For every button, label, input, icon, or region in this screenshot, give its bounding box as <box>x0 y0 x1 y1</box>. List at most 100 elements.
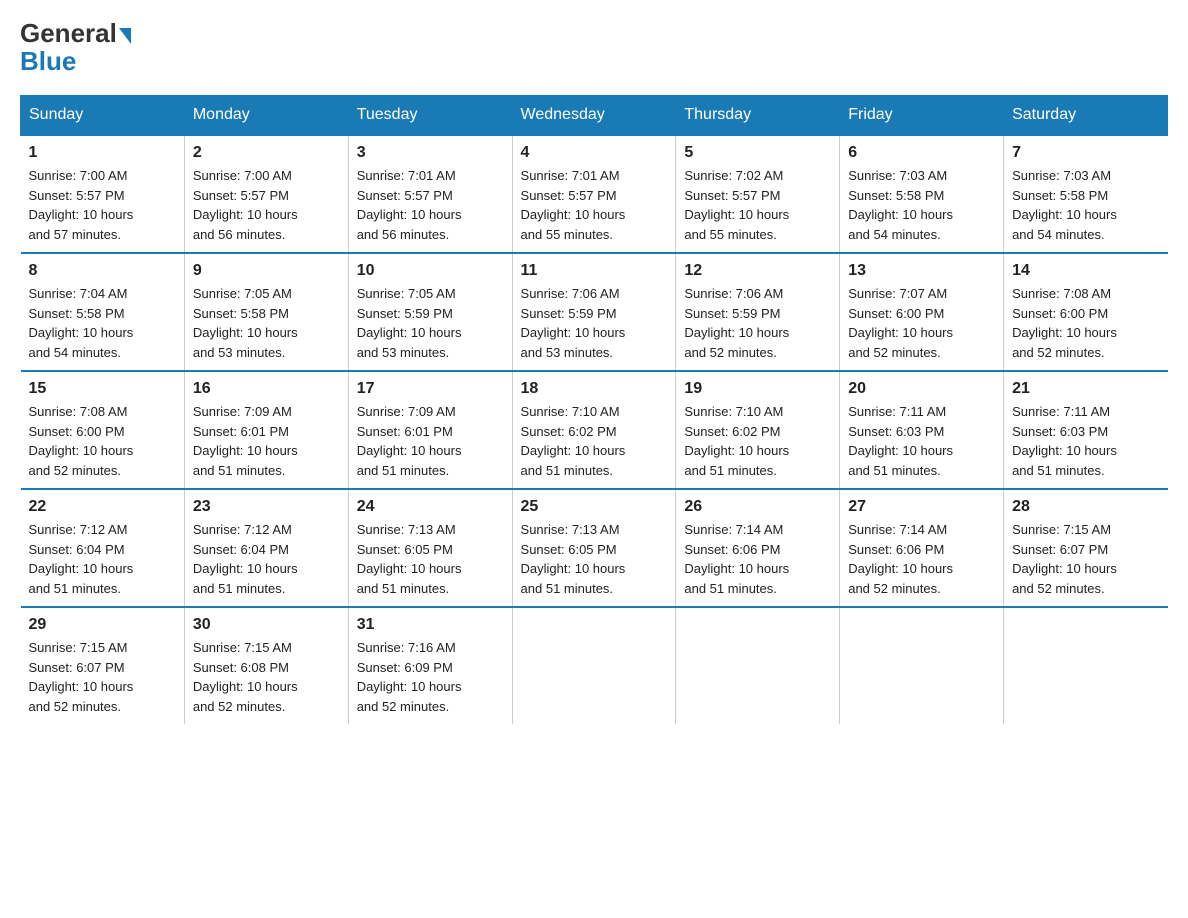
day-number: 23 <box>193 498 340 516</box>
calendar-week-row: 29 Sunrise: 7:15 AMSunset: 6:07 PMDayligh… <box>21 607 1168 724</box>
day-info: Sunrise: 7:11 AMSunset: 6:03 PMDaylight:… <box>848 404 953 478</box>
day-number: 18 <box>521 380 668 398</box>
day-number: 16 <box>193 380 340 398</box>
day-info: Sunrise: 7:08 AMSunset: 6:00 PMDaylight:… <box>29 404 134 478</box>
day-number: 8 <box>29 262 176 280</box>
day-info: Sunrise: 7:00 AMSunset: 5:57 PMDaylight:… <box>193 168 298 242</box>
day-info: Sunrise: 7:09 AMSunset: 6:01 PMDaylight:… <box>357 404 462 478</box>
day-number: 13 <box>848 262 995 280</box>
calendar-cell: 1Sunrise: 7:00 AMSunset: 5:57 PMDaylight… <box>21 135 185 253</box>
day-number: 20 <box>848 380 995 398</box>
day-info: Sunrise: 7:15 AMSunset: 6:07 PMDaylight:… <box>29 640 134 714</box>
day-number: 29 <box>29 616 176 634</box>
day-number: 9 <box>193 262 340 280</box>
day-number: 31 <box>357 616 504 634</box>
calendar-cell: 12 Sunrise: 7:06 AMSunset: 5:59 PMDayligh… <box>676 253 840 371</box>
day-number: 30 <box>193 616 340 634</box>
calendar-cell: 28 Sunrise: 7:15 AMSunset: 6:07 PMDayligh… <box>1004 489 1168 607</box>
calendar-cell: 9Sunrise: 7:05 AMSunset: 5:58 PMDaylight… <box>184 253 348 371</box>
day-info: Sunrise: 7:15 AMSunset: 6:07 PMDaylight:… <box>1012 522 1117 596</box>
day-info: Sunrise: 7:03 AMSunset: 5:58 PMDaylight:… <box>1012 168 1117 242</box>
calendar-cell <box>1004 607 1168 724</box>
calendar-cell: 23Sunrise: 7:12 AMSunset: 6:04 PMDayligh… <box>184 489 348 607</box>
calendar-cell <box>840 607 1004 724</box>
calendar-cell: 29 Sunrise: 7:15 AMSunset: 6:07 PMDayligh… <box>21 607 185 724</box>
calendar-cell: 19Sunrise: 7:10 AMSunset: 6:02 PMDayligh… <box>676 371 840 489</box>
header-monday: Monday <box>184 96 348 136</box>
day-number: 14 <box>1012 262 1159 280</box>
calendar-cell: 18 Sunrise: 7:10 AMSunset: 6:02 PMDayligh… <box>512 371 676 489</box>
day-number: 3 <box>357 144 504 162</box>
day-number: 19 <box>684 380 831 398</box>
day-number: 6 <box>848 144 995 162</box>
header-sunday: Sunday <box>21 96 185 136</box>
calendar-cell: 4 Sunrise: 7:01 AMSunset: 5:57 PMDaylight… <box>512 135 676 253</box>
calendar-cell: 14 Sunrise: 7:08 AMSunset: 6:00 PMDayligh… <box>1004 253 1168 371</box>
header-thursday: Thursday <box>676 96 840 136</box>
calendar-cell: 25 Sunrise: 7:13 AMSunset: 6:05 PMDayligh… <box>512 489 676 607</box>
day-info: Sunrise: 7:14 AMSunset: 6:06 PMDaylight:… <box>848 522 953 596</box>
calendar-cell: 2 Sunrise: 7:00 AMSunset: 5:57 PMDaylight… <box>184 135 348 253</box>
day-info: Sunrise: 7:01 AMSunset: 5:57 PMDaylight:… <box>357 168 462 242</box>
header-friday: Friday <box>840 96 1004 136</box>
header-wednesday: Wednesday <box>512 96 676 136</box>
calendar-cell: 8 Sunrise: 7:04 AMSunset: 5:58 PMDaylight… <box>21 253 185 371</box>
day-info: Sunrise: 7:05 AMSunset: 5:59 PMDaylight:… <box>357 286 462 360</box>
day-info: Sunrise: 7:11 AMSunset: 6:03 PMDaylight:… <box>1012 404 1117 478</box>
day-info: Sunrise: 7:10 AMSunset: 6:02 PMDaylight:… <box>521 404 626 478</box>
calendar-cell: 3 Sunrise: 7:01 AMSunset: 5:57 PMDaylight… <box>348 135 512 253</box>
calendar-cell <box>676 607 840 724</box>
day-number: 24 <box>357 498 504 516</box>
logo: General Blue <box>20 20 131 77</box>
day-number: 17 <box>357 380 504 398</box>
calendar-cell: 15 Sunrise: 7:08 AMSunset: 6:00 PMDayligh… <box>21 371 185 489</box>
calendar-header-row: SundayMondayTuesdayWednesdayThursdayFrid… <box>21 96 1168 136</box>
calendar-cell: 20 Sunrise: 7:11 AMSunset: 6:03 PMDayligh… <box>840 371 1004 489</box>
day-number: 28 <box>1012 498 1159 516</box>
day-info: Sunrise: 7:09 AMSunset: 6:01 PMDaylight:… <box>193 404 298 478</box>
day-info: Sunrise: 7:13 AMSunset: 6:05 PMDaylight:… <box>521 522 626 596</box>
calendar-week-row: 1 Sunrise: 7:00 AMSunset: 5:57 PMDaylight… <box>21 135 1168 253</box>
day-info: Sunrise: 7:06 AMSunset: 5:59 PMDaylight:… <box>684 286 789 360</box>
day-number: 7 <box>1012 144 1159 162</box>
day-number: 4 <box>521 144 668 162</box>
calendar-cell: 21Sunrise: 7:11 AMSunset: 6:03 PMDayligh… <box>1004 371 1168 489</box>
day-number: 2 <box>193 144 340 162</box>
calendar-week-row: 15 Sunrise: 7:08 AMSunset: 6:00 PMDayligh… <box>21 371 1168 489</box>
calendar-week-row: 8 Sunrise: 7:04 AMSunset: 5:58 PMDaylight… <box>21 253 1168 371</box>
logo-general-text: General <box>20 20 117 46</box>
day-info: Sunrise: 7:15 AMSunset: 6:08 PMDaylight:… <box>193 640 298 714</box>
day-number: 10 <box>357 262 504 280</box>
day-info: Sunrise: 7:06 AMSunset: 5:59 PMDaylight:… <box>521 286 626 360</box>
day-info: Sunrise: 7:02 AMSunset: 5:57 PMDaylight:… <box>684 168 789 242</box>
day-number: 25 <box>521 498 668 516</box>
calendar-cell: 16 Sunrise: 7:09 AMSunset: 6:01 PMDayligh… <box>184 371 348 489</box>
calendar-cell: 26 Sunrise: 7:14 AMSunset: 6:06 PMDayligh… <box>676 489 840 607</box>
day-info: Sunrise: 7:03 AMSunset: 5:58 PMDaylight:… <box>848 168 953 242</box>
day-info: Sunrise: 7:04 AMSunset: 5:58 PMDaylight:… <box>29 286 134 360</box>
calendar-table: SundayMondayTuesdayWednesdayThursdayFrid… <box>20 95 1168 724</box>
calendar-cell: 7 Sunrise: 7:03 AMSunset: 5:58 PMDaylight… <box>1004 135 1168 253</box>
calendar-cell: 6 Sunrise: 7:03 AMSunset: 5:58 PMDaylight… <box>840 135 1004 253</box>
day-info: Sunrise: 7:14 AMSunset: 6:06 PMDaylight:… <box>684 522 789 596</box>
day-number: 15 <box>29 380 176 398</box>
calendar-cell: 27Sunrise: 7:14 AMSunset: 6:06 PMDayligh… <box>840 489 1004 607</box>
calendar-cell: 31 Sunrise: 7:16 AMSunset: 6:09 PMDayligh… <box>348 607 512 724</box>
day-info: Sunrise: 7:13 AMSunset: 6:05 PMDaylight:… <box>357 522 462 596</box>
calendar-cell: 10 Sunrise: 7:05 AMSunset: 5:59 PMDayligh… <box>348 253 512 371</box>
day-info: Sunrise: 7:08 AMSunset: 6:00 PMDaylight:… <box>1012 286 1117 360</box>
day-info: Sunrise: 7:01 AMSunset: 5:57 PMDaylight:… <box>521 168 626 242</box>
day-info: Sunrise: 7:16 AMSunset: 6:09 PMDaylight:… <box>357 640 462 714</box>
calendar-cell <box>512 607 676 724</box>
logo-arrow-icon <box>119 28 131 44</box>
day-number: 12 <box>684 262 831 280</box>
calendar-cell: 24 Sunrise: 7:13 AMSunset: 6:05 PMDayligh… <box>348 489 512 607</box>
day-number: 5 <box>684 144 831 162</box>
day-number: 22 <box>29 498 176 516</box>
header-saturday: Saturday <box>1004 96 1168 136</box>
page-header: General Blue <box>20 20 1168 77</box>
day-number: 1 <box>29 144 176 162</box>
calendar-cell: 5 Sunrise: 7:02 AMSunset: 5:57 PMDaylight… <box>676 135 840 253</box>
day-info: Sunrise: 7:12 AMSunset: 6:04 PMDaylight:… <box>29 522 134 596</box>
day-number: 26 <box>684 498 831 516</box>
